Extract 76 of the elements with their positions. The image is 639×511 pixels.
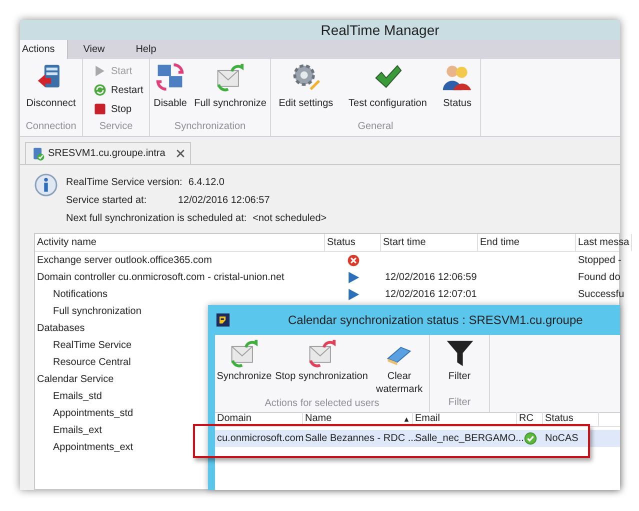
menu-tab[interactable]: Actions xyxy=(20,40,68,59)
recycle-icon xyxy=(93,83,107,97)
ribbon-button[interactable]: Restart xyxy=(93,81,144,99)
table-cell: Salle Bezannes - RDC ... xyxy=(305,433,416,444)
window-title: Calendar synchronization status : SRESVM1.cu.groupe xyxy=(288,312,583,329)
filter-icon xyxy=(444,338,474,368)
group-label: General xyxy=(356,120,394,134)
activity-name[interactable]: Notifications xyxy=(53,289,108,300)
table-cell: Salle_nec_BERGAMO... xyxy=(415,433,524,444)
table-cell: Found do xyxy=(578,272,620,283)
table-cell: Stopped - xyxy=(578,255,622,266)
window-title-bar: RealTime Manager xyxy=(20,20,620,40)
group-label: Filter xyxy=(447,396,472,410)
column-header[interactable]: Domain xyxy=(215,412,303,426)
info-label: RealTime Service version: xyxy=(66,176,182,190)
info-value: <not scheduled> xyxy=(252,212,327,226)
table-cell: cu.onmicrosoft.com xyxy=(217,433,304,444)
computers-icon xyxy=(155,62,186,92)
info-label: Next full synchronization is scheduled at: xyxy=(66,212,247,226)
app-logo-icon xyxy=(216,313,230,327)
ribbon-button[interactable]: Synchronize xyxy=(216,338,272,383)
activity-name[interactable]: Calendar Service xyxy=(37,374,114,385)
group-label: Connection xyxy=(24,120,78,134)
info-label: Service started at: xyxy=(66,194,148,208)
activity-name[interactable]: Appointments_ext xyxy=(53,442,134,453)
ribbon-button[interactable]: Disconnect xyxy=(25,62,77,111)
column-header[interactable]: Start time xyxy=(381,234,478,251)
activity-name[interactable]: Resource Central xyxy=(53,357,131,368)
activity-name[interactable]: RealTime Service xyxy=(53,340,132,351)
document-tab[interactable]: SRESVM1.cu.groupe.intra xyxy=(25,142,192,164)
ribbon-button[interactable]: Edit settings xyxy=(278,62,334,111)
ribbon-button[interactable]: Filter xyxy=(444,338,474,383)
table-cell: 12/02/2016 12:06:59 xyxy=(385,272,477,283)
ribbon-button[interactable]: Test configuration xyxy=(348,62,428,111)
menu-tab[interactable]: View xyxy=(68,40,120,59)
column-header[interactable]: Status xyxy=(325,234,381,251)
stop-icon xyxy=(93,102,107,116)
info-value: 12/02/2016 12:06:57 xyxy=(178,194,270,208)
envelope-sync-icon xyxy=(229,338,260,368)
column-header[interactable]: Last messa xyxy=(576,234,632,251)
activity-name[interactable]: Exchange server outlook.office365.com xyxy=(37,255,212,266)
activity-name[interactable]: Appointments_std xyxy=(53,408,134,419)
activity-name[interactable]: Emails_std xyxy=(53,391,102,402)
column-header[interactable]: RC xyxy=(517,412,543,426)
activity-name[interactable]: Domain controller cu.onmicrosoft.com - cristal-union.net xyxy=(37,272,284,283)
envelope-sync-icon xyxy=(306,338,337,368)
column-header[interactable]: Activity name xyxy=(35,234,325,251)
ribbon-button[interactable]: Disable xyxy=(152,62,188,111)
table-cell: 12/02/2016 12:07:01 xyxy=(385,289,477,300)
table-cell: Successfu xyxy=(578,289,624,300)
tab-label: SRESVM1.cu.groupe.intra xyxy=(48,147,166,161)
activity-name[interactable]: Full synchronization xyxy=(53,306,142,317)
ribbon-button[interactable]: Stop synchronization xyxy=(275,338,368,383)
column-header[interactable]: Name xyxy=(303,412,413,426)
info-icon xyxy=(34,173,58,197)
column-header[interactable]: End time xyxy=(478,234,576,251)
ribbon-button[interactable]: Clear watermark xyxy=(371,338,428,396)
activity-name[interactable]: Databases xyxy=(37,323,85,334)
ribbon-button[interactable]: Status xyxy=(441,62,474,111)
column-header[interactable]: Email xyxy=(413,412,517,426)
column-header[interactable]: Status xyxy=(543,412,599,426)
activity-name[interactable]: Emails_ext xyxy=(53,425,102,436)
info-value: 6.4.12.0 xyxy=(188,176,224,190)
table-row[interactable]: cu.onmicrosoft.com Salle Bezannes - RDC ...Salle_nec_BERGAMO... NoCAS xyxy=(215,430,620,447)
envelope-sync-icon xyxy=(215,62,246,92)
gear-icon xyxy=(290,62,321,92)
menu-tab[interactable]: Help xyxy=(120,40,172,59)
server-check-icon xyxy=(31,146,45,160)
group-label: Service xyxy=(98,120,134,134)
ribbon-button[interactable]: Stop xyxy=(93,100,132,118)
play-icon xyxy=(93,64,107,78)
table-cell: NoCAS xyxy=(545,433,578,444)
group-label: Actions for selected users xyxy=(264,397,380,411)
ribbon-button[interactable]: Full synchronize xyxy=(193,62,268,111)
close-icon xyxy=(176,149,186,158)
group-label: Synchronization xyxy=(173,120,247,134)
